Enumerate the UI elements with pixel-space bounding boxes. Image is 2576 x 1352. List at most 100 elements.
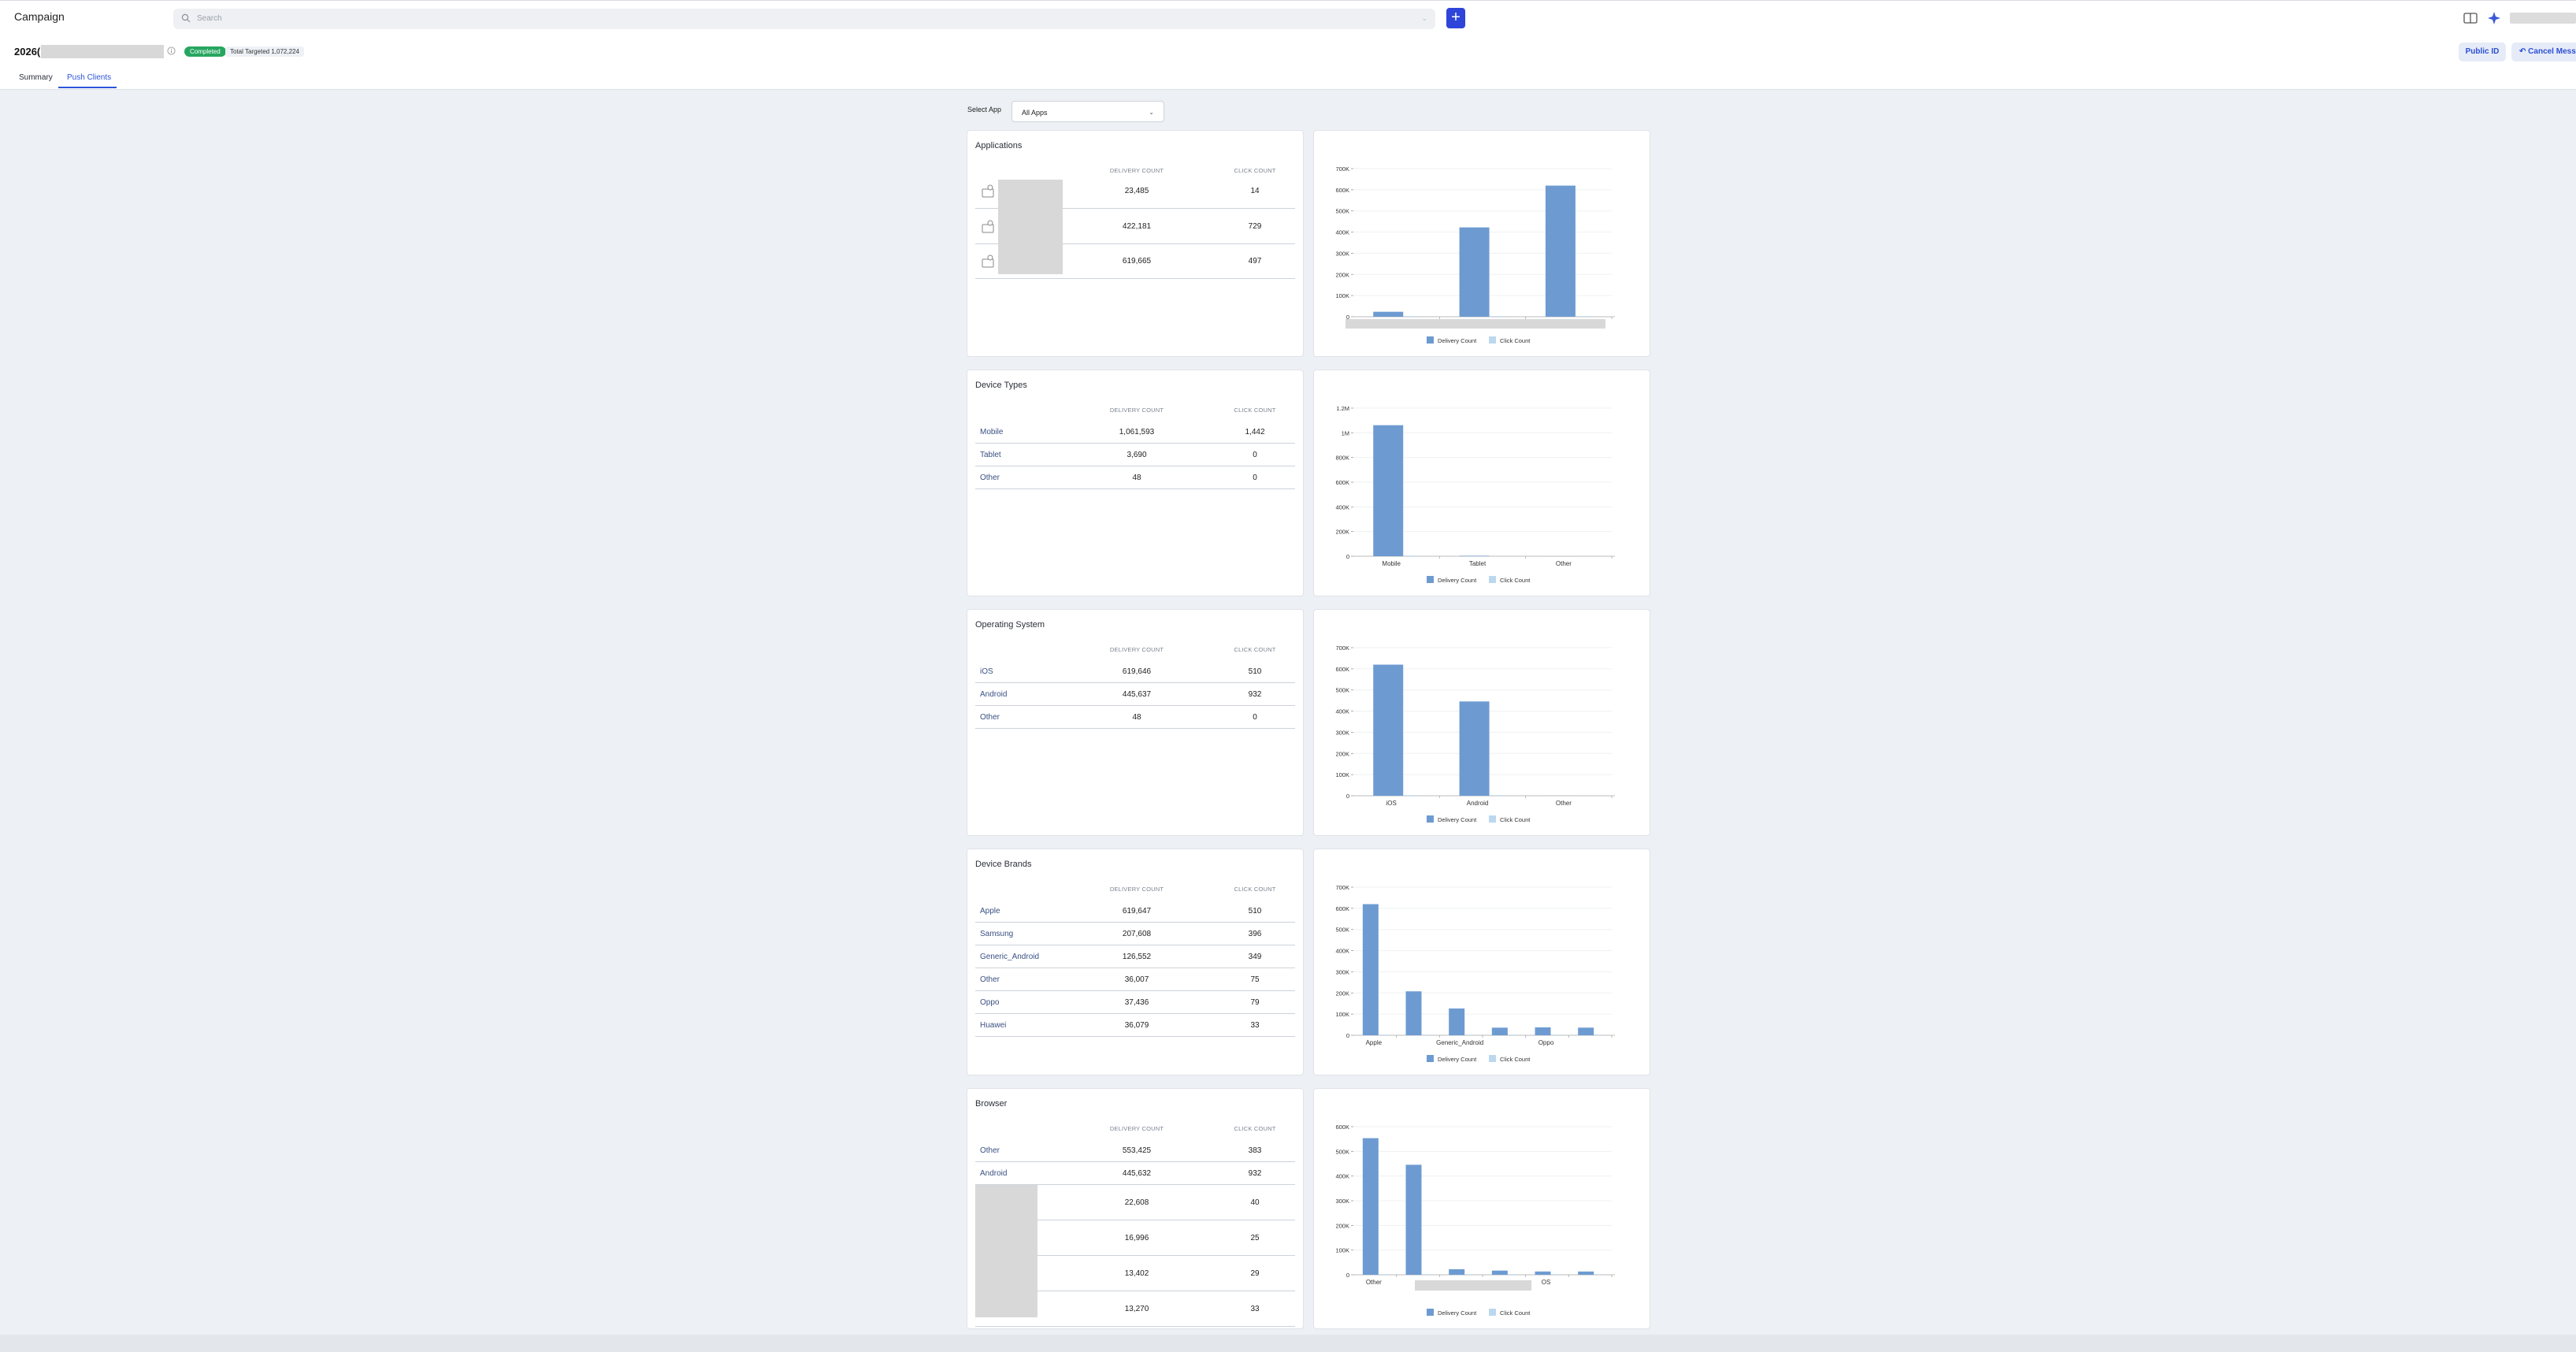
cancel-message-button[interactable]: ↶ Cancel Mess xyxy=(2511,43,2576,61)
redacted-app-names xyxy=(998,180,1063,274)
click-bar xyxy=(1490,795,1506,796)
click-bar xyxy=(1423,1034,1431,1035)
legend-delivery-swatch xyxy=(1427,576,1434,583)
chevron-down-icon: ⌄ xyxy=(1149,109,1154,116)
y-tick-label: 200K xyxy=(1335,750,1349,757)
y-tick-label: 200K xyxy=(1335,1222,1349,1229)
select-app-dropdown[interactable]: All Apps ⌄ xyxy=(1011,101,1164,122)
chevron-down-icon[interactable]: ⌄ xyxy=(1421,14,1427,23)
delivery-count-cell: 36,079 xyxy=(1124,1021,1149,1030)
click-count-cell: 349 xyxy=(1248,953,1262,961)
section-title: Device Types xyxy=(975,381,1027,390)
y-tick-label: 300K xyxy=(1335,729,1349,736)
bar-chart: 0 200K 400K 600K 800K 1M 1.2M Mobile Tablet Other… xyxy=(1335,405,1615,584)
delivery-count-cell: 422,181 xyxy=(1122,222,1152,231)
delivery-count-cell: 48 xyxy=(1132,474,1141,482)
bar-chart: 0 100K 200K 300K 400K 500K 600K Other OS Delivery… xyxy=(1335,1124,1615,1317)
delivery-bar xyxy=(1578,1271,1594,1275)
delivery-count-header: DELIVERY COUNT xyxy=(1109,1125,1164,1132)
y-tick-label: 700K xyxy=(1335,644,1349,652)
click-bar xyxy=(1509,1034,1517,1035)
legend-click-label: Click Count xyxy=(1500,1309,1531,1317)
y-tick-label: 400K xyxy=(1335,948,1349,955)
y-tick-label: 300K xyxy=(1335,1198,1349,1205)
delivery-bar xyxy=(1405,991,1422,1035)
campaign-name: 2026( xyxy=(14,46,41,58)
delivery-bar xyxy=(1459,555,1490,556)
y-tick-label: 500K xyxy=(1335,927,1349,934)
legend-click-swatch xyxy=(1489,336,1496,344)
row-label: Generic_Android xyxy=(980,953,1040,961)
click-count-cell: 383 xyxy=(1248,1146,1262,1155)
click-bar xyxy=(1379,1034,1388,1035)
search-bar[interactable]: Search ⌄ xyxy=(173,9,1435,29)
redacted-x-labels xyxy=(1346,319,1605,329)
bar-chart: 0100K200K300K400K500K600K700KDelivery Co… xyxy=(1335,165,1615,344)
delivery-bar xyxy=(1405,1164,1422,1275)
y-tick-label: 300K xyxy=(1335,250,1349,257)
user-menu[interactable] xyxy=(2510,13,2576,24)
bar-chart: 0 100K 200K 300K 400K 500K 600K 700K Apple Generi… xyxy=(1335,884,1615,1063)
delivery-bar xyxy=(1459,227,1490,317)
active-tab-indicator xyxy=(58,87,117,88)
y-tick-label: 600K xyxy=(1335,187,1349,194)
delivery-count-cell: 553,425 xyxy=(1122,1146,1152,1155)
delivery-bar xyxy=(1373,425,1404,556)
delivery-bar xyxy=(1373,664,1404,796)
row-label: Apple xyxy=(980,907,1000,916)
table-row: Huawei 36,079 33 xyxy=(975,1014,1295,1037)
click-bar xyxy=(1509,1274,1517,1275)
click-count-cell: 932 xyxy=(1248,690,1262,699)
delivery-count-cell: 22,608 xyxy=(1124,1198,1149,1207)
x-tick-label: Other xyxy=(1366,1279,1382,1286)
y-tick-label: 1.2M xyxy=(1336,405,1349,412)
click-bar xyxy=(1466,1274,1475,1275)
table-row: Samsung 207,608 396 xyxy=(975,923,1295,945)
total-targeted-value: 1,072,224 xyxy=(271,48,299,55)
y-tick-label: 600K xyxy=(1335,666,1349,673)
y-tick-label: 400K xyxy=(1335,708,1349,715)
delivery-count-cell: 3,690 xyxy=(1127,451,1147,459)
bar-chart: 0 100K 200K 300K 400K 500K 600K 700K iOS Android O… xyxy=(1335,644,1615,823)
legend-delivery-label: Delivery Count xyxy=(1438,816,1477,823)
y-tick-label: 0 xyxy=(1346,1272,1349,1279)
book-icon[interactable] xyxy=(2463,10,2478,26)
y-tick-label: 200K xyxy=(1335,990,1349,997)
y-tick-label: 1M xyxy=(1342,429,1349,436)
y-tick-label: 0 xyxy=(1346,1032,1349,1039)
sparkle-icon[interactable] xyxy=(2486,10,2502,26)
section-chart-card: 0 200K 400K 600K 800K 1M 1.2M Mobile Tablet Other… xyxy=(1313,370,1650,596)
click-count-cell: 510 xyxy=(1248,907,1262,916)
delivery-count-cell: 23,485 xyxy=(1124,187,1149,195)
delivery-count-cell: 619,665 xyxy=(1122,257,1152,266)
delivery-bar xyxy=(1545,185,1576,317)
delivery-count-cell: 13,270 xyxy=(1124,1305,1149,1313)
legend-click-swatch xyxy=(1489,576,1496,583)
row-label: Android xyxy=(980,1169,1008,1178)
table-row: Other 48 0 xyxy=(975,466,1295,489)
x-tick-label: Other xyxy=(1556,560,1572,567)
row-label: iOS xyxy=(980,667,993,676)
delivery-count-cell: 16,996 xyxy=(1124,1234,1149,1242)
click-count-header: CLICK COUNT xyxy=(1234,1125,1276,1132)
x-tick-label: Android xyxy=(1467,800,1489,807)
tab-summary[interactable]: Summary xyxy=(19,73,53,82)
legend-delivery-swatch xyxy=(1427,1309,1434,1316)
click-count-cell: 0 xyxy=(1253,451,1257,459)
click-count-cell: 40 xyxy=(1250,1198,1260,1207)
search-input[interactable]: Search xyxy=(197,14,222,23)
app-icon xyxy=(982,220,996,238)
legend-delivery-label: Delivery Count xyxy=(1438,1309,1477,1317)
delivery-count-cell: 445,632 xyxy=(1122,1169,1152,1178)
tab-push-clients[interactable]: Push Clients xyxy=(67,73,111,82)
delivery-count-cell: 619,647 xyxy=(1122,907,1152,916)
click-bar xyxy=(1466,1034,1475,1035)
x-tick-label: Generic_Android xyxy=(1436,1039,1483,1046)
click-bar xyxy=(1405,795,1420,796)
public-id-button[interactable]: Public ID xyxy=(2459,43,2506,61)
row-label: Android xyxy=(980,690,1008,699)
delivery-count-cell: 207,608 xyxy=(1122,930,1152,938)
info-icon[interactable] xyxy=(167,46,176,55)
table-row: Generic_Android 126,552 349 xyxy=(975,945,1295,968)
add-button[interactable]: + xyxy=(1446,8,1465,28)
